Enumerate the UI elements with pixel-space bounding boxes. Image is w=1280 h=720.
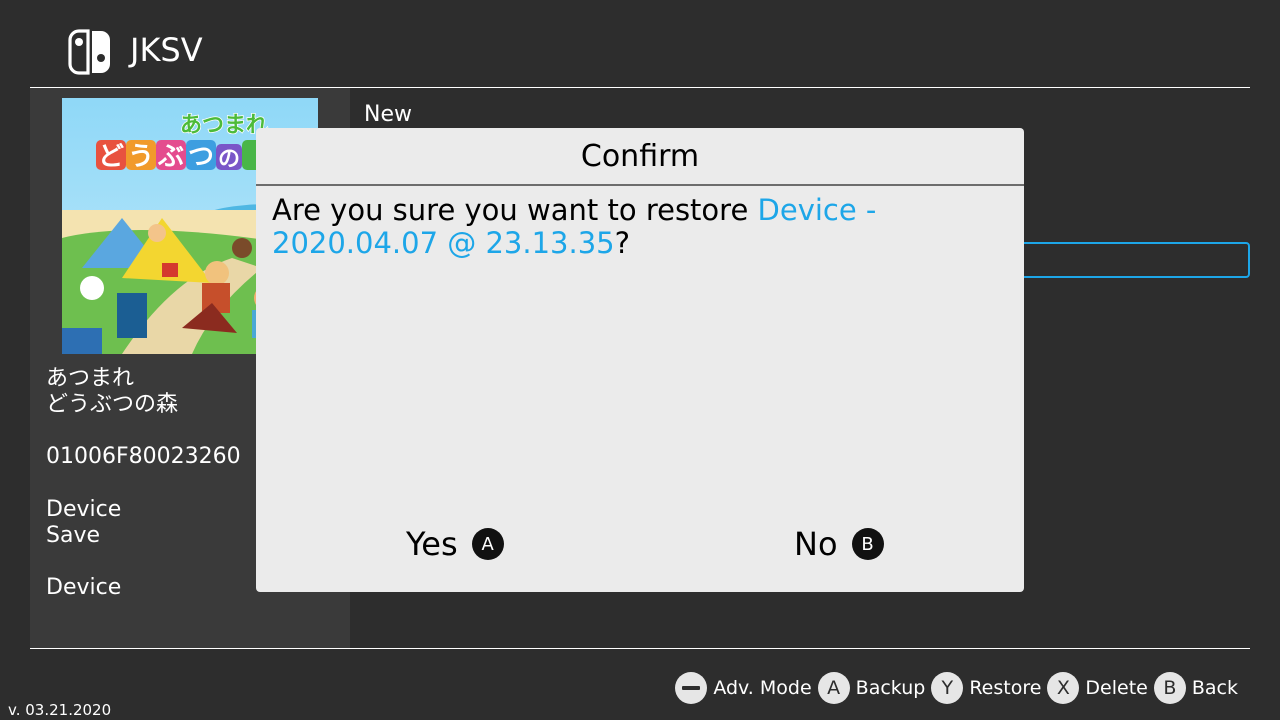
x-button-icon: X	[1047, 672, 1080, 704]
dialog-title: Confirm	[580, 139, 700, 174]
hint-back[interactable]: B Back	[1153, 672, 1238, 704]
svg-text:つ: つ	[188, 142, 214, 172]
y-button-icon: Y	[931, 672, 964, 704]
no-button[interactable]: No B	[794, 524, 884, 564]
hint-backup[interactable]: A Backup	[817, 672, 926, 704]
hint-adv-mode-label: Adv. Mode	[713, 677, 812, 699]
game-name-line1: あつまれ	[46, 366, 135, 391]
hint-restore-label: Restore	[969, 677, 1042, 699]
footer-button-hints: Adv. Mode A Backup Y Restore X Delete B …	[669, 671, 1238, 705]
footer-divider	[30, 648, 1250, 649]
svg-text:ど: ど	[98, 142, 124, 172]
hint-back-label: Back	[1191, 677, 1238, 699]
b-button-icon: B	[851, 528, 884, 560]
yes-button[interactable]: Yes A	[406, 524, 504, 564]
svg-text:ぶ: ぶ	[157, 142, 184, 172]
app-window: JKSV あつまれ ど う ぶ つ の あつまれ どうぶつの森 01006F80…	[0, 0, 1280, 720]
hint-delete-label: Delete	[1085, 677, 1148, 699]
save-list-item-new[interactable]: New	[364, 101, 412, 129]
svg-text:の: の	[218, 147, 240, 172]
app-title: JKSV	[130, 31, 203, 69]
user-name: Device	[46, 575, 122, 600]
minus-button-icon	[675, 672, 708, 704]
a-button-icon: A	[471, 528, 504, 560]
b-button-icon: B	[1153, 672, 1186, 704]
game-logo-text-line1: あつまれ	[180, 113, 268, 138]
hint-delete[interactable]: X Delete	[1047, 672, 1148, 704]
save-type-line2: Save	[46, 523, 101, 548]
hint-restore[interactable]: Y Restore	[931, 672, 1041, 704]
switch-logo-icon	[68, 29, 110, 75]
title-id: 01006F80023260	[46, 444, 241, 469]
dialog-message-suffix: ?	[614, 226, 631, 260]
dialog-divider	[256, 184, 1024, 186]
game-logo-text-line2: ど う ぶ つ の	[96, 140, 262, 172]
a-button-icon: A	[817, 672, 850, 704]
version-label: v. 03.21.2020	[8, 701, 112, 719]
dialog-message: Are you sure you want to restore Device …	[272, 194, 1012, 260]
game-name-line2: どうぶつの森	[46, 392, 179, 417]
dialog-message-prefix: Are you sure you want to restore	[272, 193, 758, 227]
save-type-line1: Device	[46, 497, 122, 522]
hint-adv-mode[interactable]: Adv. Mode	[675, 672, 812, 704]
yes-label: Yes	[406, 525, 458, 563]
confirm-dialog: Confirm Are you sure you want to restore…	[256, 128, 1024, 592]
hint-backup-label: Backup	[855, 677, 926, 699]
no-label: No	[794, 525, 838, 563]
svg-text:う: う	[128, 142, 154, 172]
